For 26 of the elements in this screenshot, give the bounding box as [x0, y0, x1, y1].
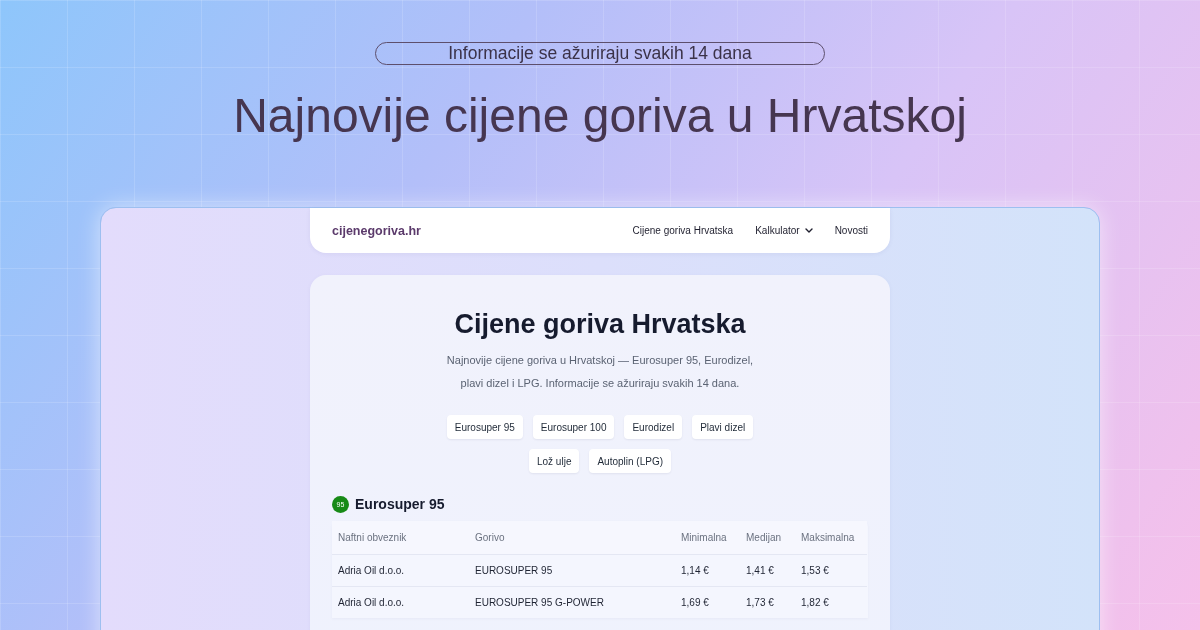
fuel-filter-button[interactable]: Plavi dizel	[692, 415, 754, 439]
table-cell: 1,53 €	[795, 554, 867, 586]
table-cell: 1,41 €	[740, 554, 795, 586]
nav-link[interactable]: Cijene goriva Hrvatska	[632, 225, 734, 236]
table-cell: EUROSUPER 95	[469, 554, 675, 586]
chevron-down-icon	[804, 228, 813, 233]
fuel-filter-button[interactable]: Eurodizel	[624, 415, 683, 439]
fuel-filter-button[interactable]: Autoplin (LPG)	[589, 449, 672, 473]
table-cell: Adria Oil d.o.o.	[332, 554, 469, 586]
fuel-filter-button[interactable]: Eurosuper 95	[446, 415, 523, 439]
nav-dropdown[interactable]: Kalkulator	[755, 225, 813, 236]
fuel-filter-button[interactable]: Lož ulje	[528, 449, 580, 473]
table-cell: EUROSUPER 95 G-POWER	[469, 586, 675, 618]
table-cell: 1,69 €	[675, 586, 740, 618]
page-description: Najnovije cijene goriva u Hrvatskoj — Eurosuper 95, Eurodizel, plavi dizel i LPG. Informacije se ažuriraju svakih 14 dana.	[445, 353, 755, 391]
page-title: Cijene goriva Hrvatska	[454, 308, 746, 340]
table-cell: 1,82 €	[795, 586, 867, 618]
section-title: Eurosuper 95	[355, 495, 445, 514]
table-cell: 1,14 €	[675, 554, 740, 586]
headline: Najnovije cijene goriva u Hrvatskoj	[233, 88, 967, 144]
table-cell: 1,73 €	[740, 586, 795, 618]
table-cell: Adria Oil d.o.o.	[332, 586, 469, 618]
site-logo[interactable]: cijenegoriva.hr	[332, 223, 421, 238]
nav-link[interactable]: Novosti	[834, 225, 868, 236]
fuel-filter-button[interactable]: Eurosuper 100	[532, 415, 615, 439]
column-header: Naftni obveznik	[332, 521, 469, 554]
